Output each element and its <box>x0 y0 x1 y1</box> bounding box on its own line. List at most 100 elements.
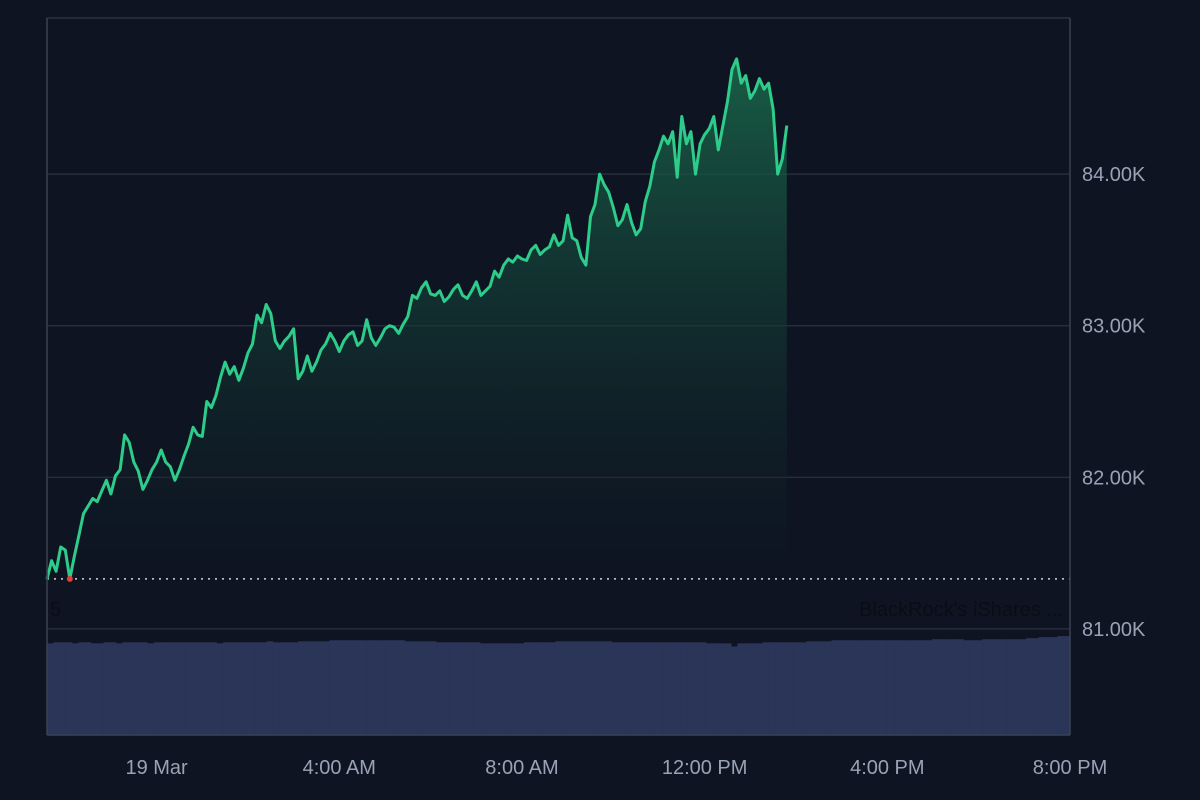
overlay-right-label: BlackRock's iShares ... <box>859 599 1063 621</box>
volume-bar <box>1044 637 1052 735</box>
price-chart: 5 BlackRock's iShares ... 81.00K 82.00K 83… <box>0 0 1200 800</box>
volume-bar <box>486 643 494 735</box>
volume-bar <box>505 643 512 735</box>
x-tick-label: 4:00 PM <box>850 757 924 779</box>
volume-bar <box>775 642 782 735</box>
volume-bar <box>442 642 450 735</box>
volume-bar <box>957 639 964 735</box>
volume-bar <box>938 639 945 735</box>
volume-bar <box>542 642 550 735</box>
volume-bar <box>887 640 895 735</box>
volume-bar <box>285 642 293 735</box>
volume-bar <box>618 642 625 735</box>
volume-bar <box>624 642 632 735</box>
volume-bar <box>925 640 933 735</box>
volume-bar <box>611 642 619 735</box>
volume-bar <box>436 642 443 735</box>
volume-bar <box>536 642 544 735</box>
y-tick-label: 84.00K <box>1082 164 1146 186</box>
volume-bar <box>316 641 324 735</box>
volume-bar <box>210 642 217 735</box>
volume-bar <box>724 643 732 735</box>
volume-bar <box>310 641 318 735</box>
volume-bar <box>693 642 701 735</box>
volume-bar <box>241 642 249 735</box>
volume-bar <box>461 642 468 735</box>
volume-bar <box>329 640 337 735</box>
volume-bar <box>881 640 889 735</box>
volume-bar <box>335 640 343 735</box>
volume-bar <box>498 643 506 735</box>
volume-bar <box>787 642 795 735</box>
volume-bar <box>800 642 807 735</box>
volume-bar <box>655 642 663 735</box>
volume-bar <box>53 642 60 735</box>
x-tick-label: 12:00 PM <box>662 757 748 779</box>
volume-bar <box>360 640 368 735</box>
volume-bar <box>549 642 556 735</box>
volume-bar <box>605 641 613 735</box>
volume-bar <box>674 642 682 735</box>
volume-bar <box>84 642 92 735</box>
overlay-left-label: 5 <box>50 599 61 621</box>
volume-bar <box>379 640 387 735</box>
volume-bar <box>1007 639 1014 735</box>
volume-bar <box>530 642 537 735</box>
volume-bar <box>216 643 224 735</box>
volume-bar <box>291 642 299 735</box>
volume-bar <box>272 642 280 735</box>
volume-bar <box>354 640 362 735</box>
volume-bar <box>749 643 757 735</box>
volume-bar <box>304 641 311 735</box>
volume-bar <box>454 642 462 735</box>
volume-bar <box>567 641 575 735</box>
volume-bar <box>385 640 393 735</box>
volume-bar <box>109 642 117 735</box>
volume-bar <box>643 642 650 735</box>
volume-bar <box>931 639 939 735</box>
volume-bar <box>341 640 349 735</box>
volume-bar <box>147 643 155 735</box>
volume-bar <box>988 639 996 735</box>
volume-bar <box>762 642 770 735</box>
volume-bar <box>593 641 600 735</box>
volume-bar <box>172 642 180 735</box>
volume-bar <box>404 641 412 735</box>
volume-bar <box>279 642 286 735</box>
volume-bar <box>756 643 763 735</box>
volume-bar <box>373 640 381 735</box>
volume-bar <box>806 641 814 735</box>
volume-bar <box>699 642 707 735</box>
volume-bar <box>398 640 406 735</box>
volume-bar <box>323 641 330 735</box>
volume-bar <box>837 640 845 735</box>
volume-bar <box>266 641 274 735</box>
start-marker <box>66 575 73 582</box>
volume-bar <box>781 642 788 735</box>
volume-bar <box>818 641 826 735</box>
volume-bar <box>153 642 161 735</box>
volume-bar <box>59 642 67 735</box>
volume-bar <box>417 641 424 735</box>
volume-bar <box>718 643 726 735</box>
volume-bar <box>636 642 644 735</box>
volume-bar <box>668 642 676 735</box>
volume-bar <box>298 641 305 735</box>
volume-bar <box>72 643 79 735</box>
volume-bar <box>411 641 418 735</box>
volume-bar <box>103 642 111 735</box>
volume-bar <box>523 642 531 735</box>
volume-bar <box>743 643 751 735</box>
volume-bar <box>97 643 104 735</box>
volume-bar <box>197 642 205 735</box>
volume-bar <box>203 642 211 735</box>
volume-bar <box>862 640 870 735</box>
volume-bar <box>944 639 952 735</box>
volume-bar <box>78 642 86 735</box>
volume-bar <box>580 641 588 735</box>
volume-bar <box>982 639 989 735</box>
volume-bar <box>235 642 242 735</box>
volume-bar <box>894 640 901 735</box>
x-tick-label: 8:00 AM <box>485 757 558 779</box>
volume-bar <box>913 640 920 735</box>
